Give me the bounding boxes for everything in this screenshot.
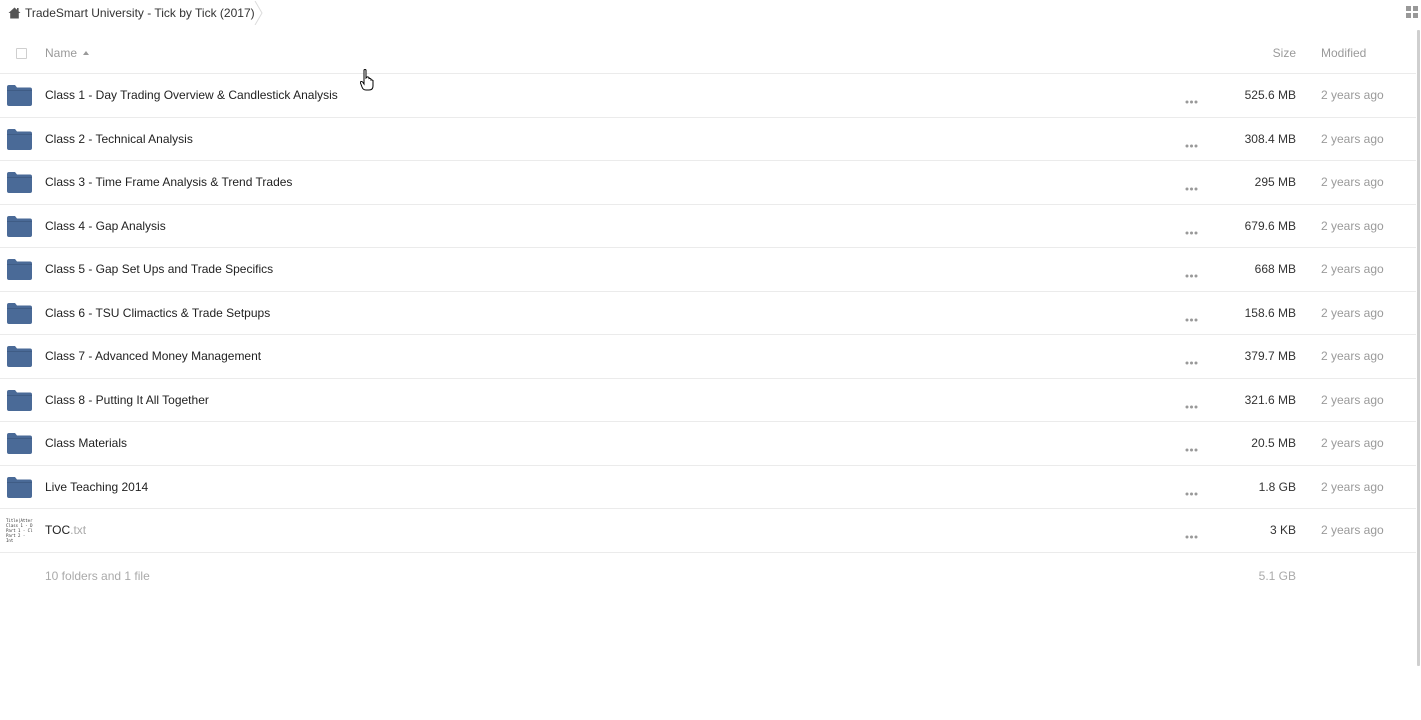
table-row[interactable]: Title|Atter Class 1 - D Part 1 - Cl Part 2 … <box>0 509 1416 553</box>
file-size: 20.5 MB <box>1251 436 1296 450</box>
file-name-base: Class 4 - Gap Analysis <box>45 218 166 233</box>
table-row[interactable]: Class 7 - Advanced Money Management 379.7… <box>0 335 1416 379</box>
file-size: 308.4 MB <box>1244 131 1296 146</box>
file-name[interactable]: Class Materials <box>45 436 127 450</box>
file-modified: 2 years ago <box>1321 436 1384 450</box>
table-row[interactable]: Class 3 - Time Frame Analysis & Trend Tr… <box>0 161 1416 205</box>
breadcrumb-home[interactable]: TradeSmart University - Tick by Tick (20… <box>8 5 255 21</box>
folder-icon <box>7 389 32 414</box>
file-modified: 2 years ago <box>1321 131 1384 146</box>
text-file-thumbnail-icon: Title|Atter Class 1 - D Part 1 - Cl Part 2 … <box>6 518 34 544</box>
file-size: 321.6 MB <box>1244 392 1296 407</box>
grid-view-icon[interactable] <box>1406 6 1418 21</box>
more-actions-icon[interactable] <box>1185 311 1198 325</box>
column-header-modified[interactable]: Modified <box>1321 46 1366 60</box>
file-size: 679.6 MB <box>1244 218 1296 233</box>
folder-icon <box>7 215 32 240</box>
file-modified: 2 years ago <box>1321 523 1384 537</box>
more-actions-icon[interactable] <box>1185 180 1198 194</box>
file-size: 525.6 MB <box>1244 88 1296 102</box>
table-row[interactable]: Class 5 - Gap Set Ups and Trade Specific… <box>0 248 1416 292</box>
file-name-base: TOC <box>45 523 71 537</box>
file-list-header: Name Size Modified <box>0 34 1416 74</box>
file-name-base: Class Materials <box>45 436 128 450</box>
file-size: 3 KB <box>1269 523 1296 537</box>
file-name-base: Live Teaching 2014 <box>45 479 149 494</box>
file-modified: 2 years ago <box>1321 305 1384 320</box>
file-modified: 2 years ago <box>1321 479 1384 494</box>
table-row[interactable]: Class 1 - Day Trading Overview & Candles… <box>0 74 1416 118</box>
file-name-base: Class 3 - Time Frame Analysis & Trend Tr… <box>45 175 293 189</box>
file-list: Class 1 - Day Trading Overview & Candles… <box>0 74 1416 553</box>
file-list-summary: 10 folders and 1 file 5.1 GB <box>0 566 1416 586</box>
chevron-right-icon <box>254 0 264 28</box>
table-row[interactable]: Live Teaching 2014 1.8 GB 2 years ago <box>0 466 1416 509</box>
vertical-scrollbar[interactable] <box>1417 30 1420 666</box>
file-modified: 2 years ago <box>1321 262 1384 276</box>
file-size: 668 MB <box>1254 262 1296 276</box>
file-name-base: Class 2 - Technical Analysis <box>45 131 193 146</box>
file-name[interactable]: Class 7 - Advanced Money Management <box>45 349 261 363</box>
file-name[interactable]: Class 2 - Technical Analysis <box>45 132 193 146</box>
folder-icon <box>7 128 32 153</box>
file-size: 158.6 MB <box>1244 305 1296 320</box>
file-name[interactable]: Class 1 - Day Trading Overview & Candles… <box>45 88 338 102</box>
more-actions-icon[interactable] <box>1185 441 1198 455</box>
home-icon <box>8 7 21 19</box>
file-name-base: Class 1 - Day Trading Overview & Candles… <box>45 88 338 102</box>
more-actions-icon[interactable] <box>1185 485 1198 499</box>
file-name-base: Class 6 - TSU Climactics & Trade Setpups <box>45 305 271 320</box>
file-name[interactable]: Class 8 - Putting It All Together <box>45 393 209 407</box>
folder-icon <box>7 259 32 283</box>
thumbnail-line: Part 2 - Int <box>6 533 26 543</box>
file-name-base: Class 8 - Putting It All Together <box>45 392 209 407</box>
sort-ascending-icon <box>83 51 90 55</box>
file-name[interactable]: Class 4 - Gap Analysis <box>45 219 166 233</box>
folder-icon <box>7 85 32 109</box>
select-all-checkbox[interactable] <box>16 48 27 59</box>
file-modified: 2 years ago <box>1321 88 1384 102</box>
breadcrumb: TradeSmart University - Tick by Tick (20… <box>0 0 1421 26</box>
file-modified: 2 years ago <box>1321 392 1384 407</box>
more-actions-icon[interactable] <box>1185 354 1198 368</box>
column-header-name[interactable]: Name <box>45 46 90 60</box>
table-row[interactable]: Class 2 - Technical Analysis 308.4 MB 2 ye… <box>0 118 1416 161</box>
file-name[interactable]: Live Teaching 2014 <box>45 480 148 494</box>
file-name-base: Class 7 - Advanced Money Management <box>45 349 262 363</box>
more-actions-icon[interactable] <box>1185 267 1198 281</box>
folder-icon <box>7 346 32 370</box>
file-name[interactable]: TOC.txt <box>45 523 86 537</box>
more-actions-icon[interactable] <box>1185 224 1198 238</box>
table-row[interactable]: Class Materials 20.5 MB 2 years ago <box>0 422 1416 466</box>
file-modified: 2 years ago <box>1321 349 1384 363</box>
more-actions-icon[interactable] <box>1185 528 1198 542</box>
file-name[interactable]: Class 6 - TSU Climactics & Trade Setpups <box>45 306 270 320</box>
file-size: 379.7 MB <box>1244 349 1296 363</box>
folder-icon <box>7 302 32 327</box>
table-row[interactable]: Class 6 - TSU Climactics & Trade Setpups… <box>0 292 1416 335</box>
summary-count: 10 folders and 1 file <box>45 569 150 583</box>
file-size: 1.8 GB <box>1258 479 1296 494</box>
summary-total-size: 5.1 GB <box>1258 569 1296 583</box>
more-actions-icon[interactable] <box>1185 93 1198 107</box>
hand-cursor-icon <box>359 69 374 94</box>
file-name-base: Class 5 - Gap Set Ups and Trade Specific… <box>45 262 274 276</box>
folder-icon <box>7 433 32 457</box>
column-name-label: Name <box>45 46 78 60</box>
file-modified: 2 years ago <box>1321 175 1384 189</box>
folder-icon <box>7 476 32 501</box>
breadcrumb-label[interactable]: TradeSmart University - Tick by Tick (20… <box>25 6 255 20</box>
table-row[interactable]: Class 8 - Putting It All Together 321.6 M… <box>0 379 1416 422</box>
column-header-size[interactable]: Size <box>1273 46 1296 60</box>
more-actions-icon[interactable] <box>1185 398 1198 412</box>
more-actions-icon[interactable] <box>1185 137 1198 151</box>
file-modified: 2 years ago <box>1321 218 1384 233</box>
file-extension: .txt <box>70 523 87 537</box>
folder-icon <box>7 172 32 196</box>
file-name[interactable]: Class 5 - Gap Set Ups and Trade Specific… <box>45 262 273 276</box>
table-row[interactable]: Class 4 - Gap Analysis 679.6 MB 2 years ag… <box>0 205 1416 248</box>
file-size: 295 MB <box>1254 175 1296 189</box>
file-name[interactable]: Class 3 - Time Frame Analysis & Trend Tr… <box>45 175 292 189</box>
